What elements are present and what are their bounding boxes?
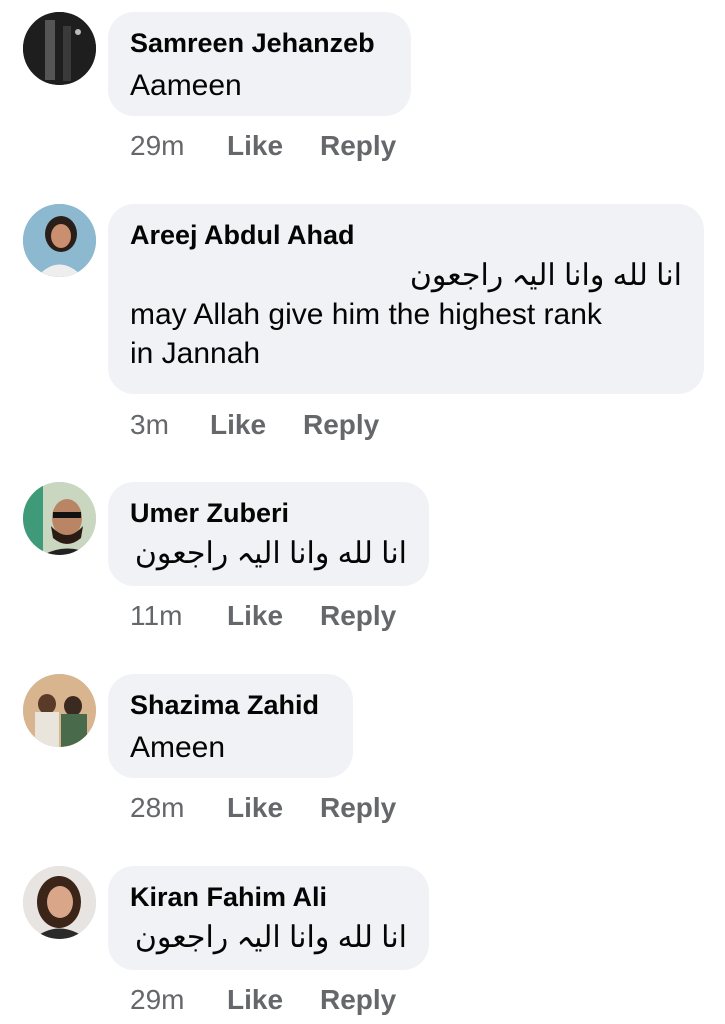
like-button[interactable]: Like [227, 600, 320, 632]
like-button[interactable]: Like [210, 409, 303, 441]
comment-bubble: Areej Abdul Ahad انا لله وانا الیہ راجعو… [108, 204, 704, 394]
comment-text: in Jannah [130, 337, 261, 370]
comment-text: انا لله وانا الیہ راجعون [409, 259, 682, 292]
comment-timestamp[interactable]: 28m [130, 792, 227, 824]
comment-text: may Allah give him the highest rank [130, 298, 602, 331]
comment-timestamp[interactable]: 29m [130, 130, 227, 162]
comment-text: Ameen [130, 731, 226, 764]
comment-actions: 28m Like Reply [130, 792, 396, 824]
comment-author[interactable]: Kiran Fahim Ali [130, 880, 407, 914]
reply-button[interactable]: Reply [320, 792, 396, 824]
comment-actions: 3m Like Reply [130, 409, 379, 441]
reply-button[interactable]: Reply [320, 130, 396, 162]
comment-bubble: Shazima Zahid Ameen [108, 674, 353, 778]
comment-bubble: Samreen Jehanzeb Aameen [108, 12, 411, 116]
comment-author[interactable]: Umer Zuberi [130, 496, 407, 530]
comment-bubble: Kiran Fahim Ali انا لله وانا الیہ راجعون [108, 866, 429, 970]
reply-button[interactable]: Reply [320, 984, 396, 1016]
comment-author[interactable]: Shazima Zahid [130, 688, 331, 722]
reply-button[interactable]: Reply [303, 409, 379, 441]
comment-actions: 11m Like Reply [130, 600, 396, 632]
comment-text: انا لله وانا الیہ راجعون [134, 537, 407, 570]
reply-button[interactable]: Reply [320, 600, 396, 632]
avatar[interactable] [23, 674, 96, 747]
comment-timestamp[interactable]: 3m [130, 409, 210, 441]
comment-author[interactable]: Areej Abdul Ahad [130, 218, 682, 252]
comment-actions: 29m Like Reply [130, 984, 396, 1016]
avatar[interactable] [23, 866, 96, 939]
avatar[interactable] [23, 12, 96, 85]
comment-text: انا لله وانا الیہ راجعون [134, 921, 407, 954]
like-button[interactable]: Like [227, 130, 320, 162]
comment-actions: 29m Like Reply [130, 130, 396, 162]
avatar[interactable] [23, 482, 96, 555]
comment-timestamp[interactable]: 29m [130, 984, 227, 1016]
comment-timestamp[interactable]: 11m [130, 600, 227, 632]
comment-bubble: Umer Zuberi انا لله وانا الیہ راجعون [108, 482, 429, 586]
like-button[interactable]: Like [227, 984, 320, 1016]
avatar[interactable] [23, 204, 96, 277]
comment-author[interactable]: Samreen Jehanzeb [130, 26, 389, 60]
comment-text: Aameen [130, 69, 242, 102]
like-button[interactable]: Like [227, 792, 320, 824]
